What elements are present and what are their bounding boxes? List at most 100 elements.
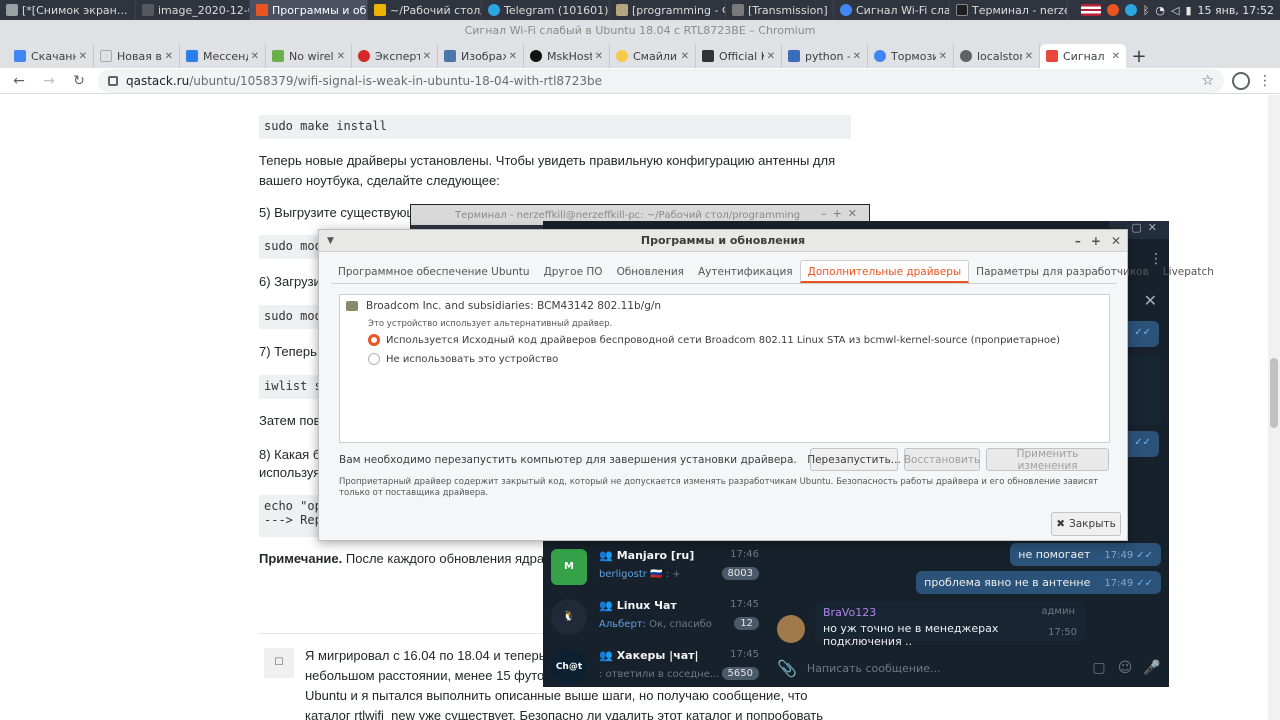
tab-smileys[interactable]: Смайли ✕: [610, 44, 696, 68]
clock[interactable]: 15 янв, 17:52: [1198, 4, 1274, 17]
lock-icon[interactable]: [108, 75, 118, 86]
command-icon[interactable]: ▢: [1091, 660, 1107, 676]
message-out: не помогает 17:49 ✓✓: [1010, 543, 1161, 566]
restart-button[interactable]: Перезапустить...: [807, 448, 901, 471]
close-icon[interactable]: ✕: [423, 51, 431, 62]
site-icon: [788, 50, 800, 62]
apply-changes-button[interactable]: Применить изменения: [986, 448, 1109, 472]
tab-localstorage[interactable]: localstor ✕: [954, 44, 1040, 68]
chat-list: M 👥 Manjaro [ru] 17:46 berligostr 🇷🇺 : + …: [543, 539, 767, 687]
user-avatar[interactable]: [777, 615, 805, 643]
radio-selected[interactable]: [368, 334, 380, 346]
chat-item-hackers[interactable]: Ch@t 👥 Хакеры |чат| 17:45 : ответили в со…: [543, 643, 767, 693]
attach-icon[interactable]: 📎: [777, 659, 797, 678]
tab-authentication[interactable]: Аутентификация: [691, 260, 800, 283]
tab-ubuntu-software[interactable]: Программное обеспечение Ubuntu: [331, 260, 537, 283]
chromium-icon: [840, 4, 852, 16]
telegram-tray-icon[interactable]: [1124, 4, 1137, 16]
window-controls[interactable]: –+✕: [821, 207, 863, 220]
taskbar-item-programming[interactable]: [programming - Ф...: [610, 0, 726, 20]
chip-icon: [346, 301, 358, 311]
bluetooth-icon[interactable]: ᛒ: [1143, 4, 1150, 17]
bookmark-star-icon[interactable]: ☆: [1201, 73, 1214, 89]
close-icon[interactable]: ✕: [1111, 230, 1121, 252]
paragraph: Теперь новые драйверы установлены. Чтобы…: [259, 153, 836, 188]
page-scrollbar[interactable]: [1268, 95, 1280, 720]
close-icon[interactable]: ✕: [853, 51, 861, 62]
tab-expert[interactable]: Эксперт ✕: [352, 44, 438, 68]
battery-icon[interactable]: ▮: [1185, 4, 1191, 17]
message-input[interactable]: Написать сообщение...: [807, 662, 1081, 675]
scrollbar-thumb[interactable]: [1270, 358, 1278, 428]
tab-python[interactable]: python - ✕: [782, 44, 868, 68]
maximize-icon[interactable]: +: [1091, 230, 1101, 252]
wifi-icon[interactable]: ◔: [1155, 4, 1165, 17]
tab-messenger[interactable]: Мессенд✕: [180, 44, 266, 68]
chat-item-linux[interactable]: 🐧 👥 Linux Чат 17:45 Альберт: Ок, спасибо …: [543, 593, 767, 643]
dialog-title: Программы и обновления: [640, 234, 806, 247]
back-button[interactable]: ←: [8, 70, 30, 92]
menu-icon[interactable]: ⋮: [1258, 73, 1272, 89]
profile-icon[interactable]: [1232, 71, 1250, 90]
chat-item-manjaro[interactable]: M 👥 Manjaro [ru] 17:46 berligostr 🇷🇺 : + …: [543, 543, 767, 593]
close-icon[interactable]: ✕: [1144, 291, 1157, 310]
driver-option-broadcom[interactable]: Используется Исходный код драйверов бесп…: [368, 334, 1060, 346]
dialog-title-bar[interactable]: ▼ Программы и обновления – + ✕: [319, 230, 1127, 252]
minimize-icon[interactable]: –: [1075, 230, 1081, 252]
radio-unselected[interactable]: [368, 353, 380, 365]
close-icon[interactable]: ✕: [767, 51, 775, 62]
close-icon[interactable]: ✕: [165, 51, 173, 62]
close-icon[interactable]: ✕: [595, 51, 603, 62]
restore-button[interactable]: Восстановить: [904, 448, 980, 471]
tab-livepatch[interactable]: Livepatch: [1156, 260, 1221, 283]
taskbar-item-terminal[interactable]: Терминал - nerze...: [950, 0, 1068, 20]
tab-active-signal[interactable]: Сигнал ✕: [1040, 44, 1126, 68]
forward-button[interactable]: →: [38, 70, 60, 92]
close-icon[interactable]: ✕: [1112, 51, 1120, 62]
window-menu-icon[interactable]: ▼: [327, 230, 334, 252]
microphone-icon[interactable]: 🎤: [1143, 660, 1160, 676]
app-icon: [142, 4, 154, 16]
close-icon[interactable]: ✕: [79, 51, 87, 62]
taskbar-item-image[interactable]: image_2020-12-08...: [136, 0, 250, 20]
tab-images[interactable]: Изображ✕: [438, 44, 524, 68]
reload-button[interactable]: ↻: [68, 70, 90, 92]
taskbar-item-telegram[interactable]: Telegram (101601): [482, 0, 610, 20]
tab-mskhost[interactable]: MskHost ✕: [524, 44, 610, 68]
tab-no-wireless[interactable]: No wirele✕: [266, 44, 352, 68]
tab-downloads[interactable]: Скачанн ✕: [8, 44, 94, 68]
browser-title-bar: Сигнал Wi-Fi слабый в Ubuntu 18.04 с RTL…: [0, 20, 1280, 42]
tab-developer-options[interactable]: Параметры для разработчиков: [969, 260, 1156, 283]
read-check-icon: ✓✓: [1136, 550, 1153, 561]
system-panel: [*[Снимок экран... image_2020-12-08... П…: [0, 0, 1280, 20]
us-flag-icon[interactable]: [1080, 4, 1101, 16]
close-icon[interactable]: ✕: [337, 51, 345, 62]
window-controls: – + ✕: [1075, 230, 1121, 252]
read-check-icon: ✓✓: [1136, 578, 1153, 589]
tab-new-tab[interactable]: Новая вклад✕: [94, 44, 180, 68]
address-bar[interactable]: qastack.ru/ubuntu/1058379/wifi-signal-is…: [98, 68, 1224, 93]
tab-official[interactable]: Official K ✕: [696, 44, 782, 68]
close-icon[interactable]: ✕: [681, 51, 689, 62]
close-icon[interactable]: ✕: [509, 51, 517, 62]
star-icon: [358, 50, 370, 62]
taskbar-item-software-updates[interactable]: Программы и об...: [250, 0, 368, 20]
update-icon[interactable]: [1106, 4, 1119, 16]
driver-option-none[interactable]: Не использовать это устройство: [368, 353, 558, 365]
tab-other-software[interactable]: Другое ПО: [537, 260, 610, 283]
tab-additional-drivers[interactable]: Дополнительные драйверы: [799, 260, 970, 283]
user-avatar[interactable]: ☐: [264, 648, 294, 678]
volume-icon[interactable]: ◁: [1171, 4, 1179, 17]
tab-tormozi[interactable]: Тормози ✕: [868, 44, 954, 68]
taskbar-item-chromium[interactable]: Сигнал Wi-Fi слаб...: [834, 0, 950, 20]
tab-updates[interactable]: Обновления: [610, 260, 691, 283]
taskbar-item-file-manager[interactable]: ~/Рабочий стол/р...: [368, 0, 482, 20]
taskbar-item-screenshot[interactable]: [*[Снимок экран...: [0, 0, 136, 20]
close-button[interactable]: ✖ Закрыть: [1051, 512, 1121, 536]
emoji-icon[interactable]: ☺: [1117, 660, 1133, 676]
close-icon[interactable]: ✕: [1025, 51, 1033, 62]
taskbar-item-transmission[interactable]: [Transmission]: [726, 0, 834, 20]
close-icon[interactable]: ✕: [939, 51, 947, 62]
new-tab-button[interactable]: +: [1126, 44, 1152, 68]
close-icon[interactable]: ✕: [251, 51, 259, 62]
